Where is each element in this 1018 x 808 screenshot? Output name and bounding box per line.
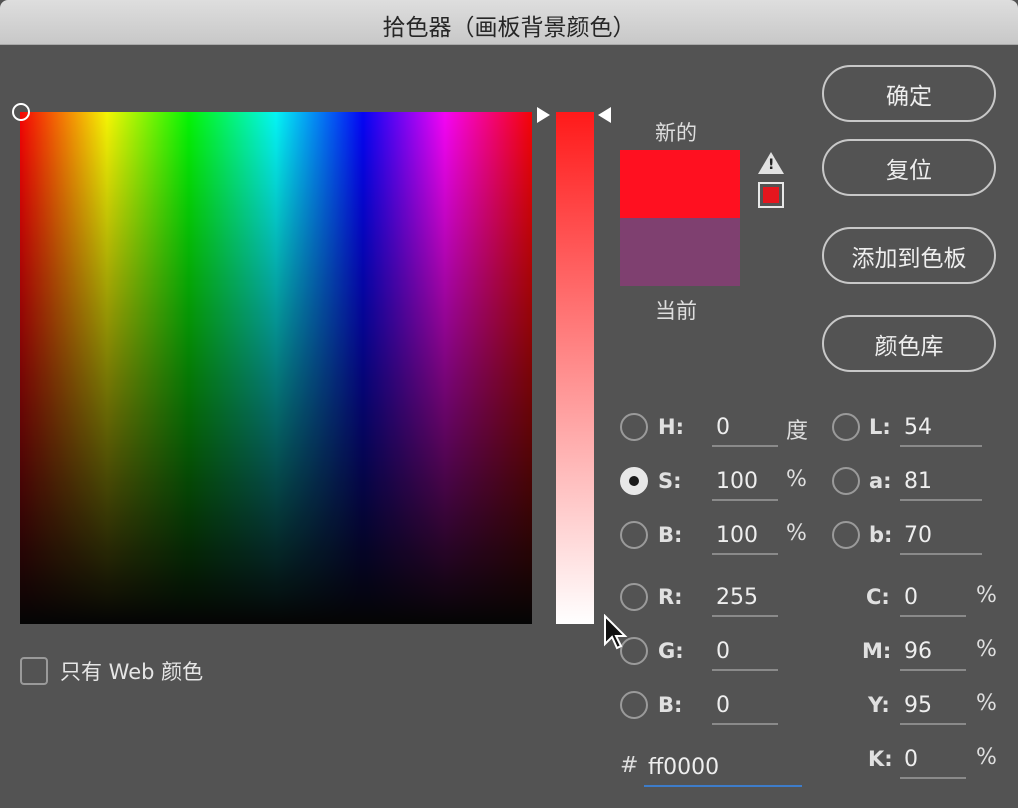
magenta-field[interactable]: 96	[900, 633, 966, 671]
hue-label: H:	[658, 415, 684, 439]
web-only-checkbox[interactable]	[20, 657, 48, 685]
slider-right-arrow-icon[interactable]	[598, 107, 611, 123]
red-label: R:	[658, 585, 683, 609]
saturation-radio[interactable]	[620, 467, 648, 495]
blue-label: B:	[658, 693, 683, 717]
lab-b-field[interactable]: 70	[900, 517, 982, 555]
reset-button[interactable]: 复位	[822, 139, 996, 196]
lab-a-field[interactable]: 81	[900, 463, 982, 501]
hue-field[interactable]: 0	[712, 409, 778, 447]
new-color-swatch	[620, 150, 740, 218]
color-field[interactable]	[20, 112, 532, 624]
black-unit: %	[976, 745, 997, 770]
blue-radio[interactable]	[620, 691, 648, 719]
slider-left-arrow-icon[interactable]	[537, 107, 550, 123]
blue-field[interactable]: 0	[712, 687, 778, 725]
black-field[interactable]: 0	[900, 741, 966, 779]
hue-slider[interactable]	[556, 112, 594, 624]
web-only-label[interactable]: 只有 Web 颜色	[60, 656, 203, 686]
warning-exclamation-icon: !	[768, 157, 775, 173]
cyan-label: C:	[866, 585, 890, 609]
ok-button[interactable]: 确定	[822, 65, 996, 122]
lab-b-radio[interactable]	[832, 521, 860, 549]
lab-l-field[interactable]: 54	[900, 409, 982, 447]
saturation-field[interactable]: 100	[712, 463, 778, 501]
current-color-label: 当前	[655, 299, 697, 323]
cyan-unit: %	[976, 583, 997, 608]
add-to-swatches-button[interactable]: 添加到色板	[822, 227, 996, 284]
lab-l-label: L:	[869, 415, 891, 439]
lab-l-radio[interactable]	[832, 413, 860, 441]
green-label: G:	[658, 639, 684, 663]
brightness-label: B:	[658, 523, 683, 547]
current-color-swatch[interactable]	[620, 218, 740, 286]
hue-unit: 度	[786, 419, 809, 444]
yellow-unit: %	[976, 691, 997, 716]
hue-radio[interactable]	[620, 413, 648, 441]
brightness-radio[interactable]	[620, 521, 648, 549]
brightness-unit: %	[786, 521, 807, 546]
lab-a-radio[interactable]	[832, 467, 860, 495]
mouse-pointer-icon	[604, 614, 628, 650]
red-radio[interactable]	[620, 583, 648, 611]
lab-b-label: b:	[869, 523, 893, 547]
magenta-unit: %	[976, 637, 997, 662]
black-label: K:	[868, 747, 893, 771]
yellow-field[interactable]: 95	[900, 687, 966, 725]
saturation-unit: %	[786, 467, 807, 492]
yellow-label: Y:	[868, 693, 890, 717]
gamut-swatch-icon[interactable]	[758, 182, 784, 208]
red-field[interactable]: 255	[712, 579, 778, 617]
cyan-field[interactable]: 0	[900, 579, 966, 617]
new-color-label: 新的	[655, 121, 697, 145]
magenta-label: M:	[862, 639, 892, 663]
brightness-field[interactable]: 100	[712, 517, 778, 555]
title-bar: 拾色器（画板背景颜色）	[0, 0, 1018, 45]
saturation-label: S:	[658, 469, 682, 493]
color-libraries-button[interactable]: 颜色库	[822, 315, 996, 372]
color-field-marker[interactable]	[12, 103, 30, 121]
hex-field[interactable]: ff0000	[644, 749, 802, 787]
lab-a-label: a:	[869, 469, 892, 493]
window-title: 拾色器（画板背景颜色）	[382, 15, 636, 41]
hex-label: #	[620, 753, 639, 778]
green-field[interactable]: 0	[712, 633, 778, 671]
